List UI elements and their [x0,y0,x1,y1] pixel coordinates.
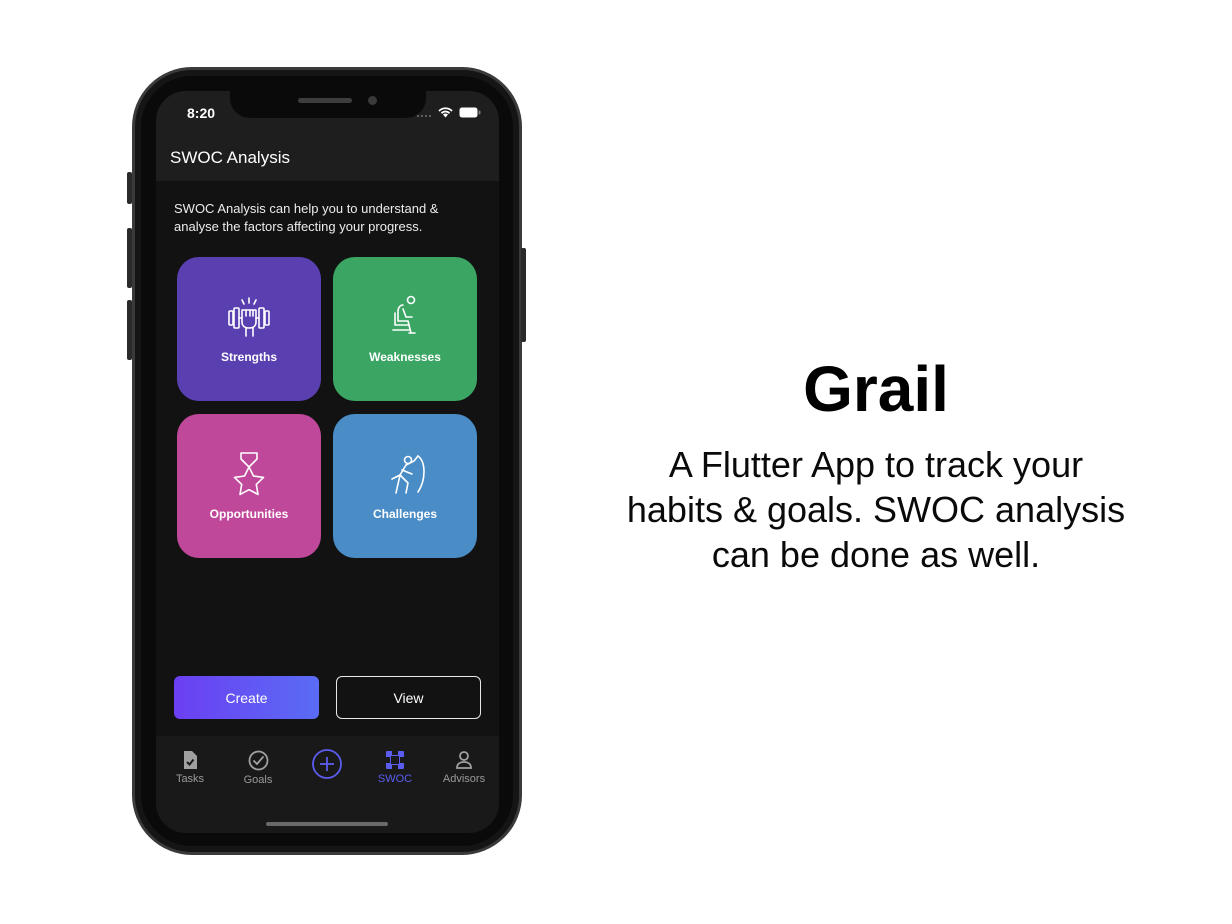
tile-label: Opportunities [209,507,289,521]
tagline-line: habits & goals. SWOC analysis [626,489,1126,530]
page-title: SWOC Analysis [170,148,290,167]
swoc-grid-icon [386,751,404,769]
phone-volume-up [127,228,132,288]
battery-icon [459,107,481,118]
tagline-line: can be done as well. [711,534,1041,575]
nav-label: Tasks [175,773,205,785]
phone-notch [230,91,426,118]
create-button[interactable]: Create [174,676,319,719]
tile-label: Weaknesses [369,350,441,364]
star-medal-icon [229,451,269,497]
tile-opportunities[interactable]: Opportunities [177,414,321,558]
person-icon [456,751,472,769]
app-tagline: A Flutter App to track your habits & goa… [606,442,1146,577]
task-file-icon [184,751,197,769]
phone-power-button [521,248,526,342]
nav-label: SWOC [377,773,413,785]
nav-item-tasks[interactable]: Tasks [160,750,220,785]
wifi-icon [438,107,453,118]
tile-label: Strengths [220,350,277,364]
tile-strengths[interactable]: Strengths [177,257,321,401]
app-bar: SWOC Analysis [156,135,499,181]
tile-label: Challenges [372,507,438,521]
nav-label: Goals [243,774,273,786]
dumbbell-fist-icon [226,294,272,340]
app-name-headline: Grail [803,353,949,425]
phone-camera [368,96,377,105]
bottom-nav: Tasks Goals SWOC Advisors [156,736,499,833]
tile-challenges[interactable]: Challenges [333,414,477,558]
status-time: 8:20 [187,105,216,121]
tile-weaknesses[interactable]: Weaknesses [333,257,477,401]
pushing-person-icon [382,451,428,497]
tagline-line: A Flutter App to track your [668,444,1084,485]
phone-volume-down [127,300,132,360]
phone-mute-switch [127,172,132,204]
sitting-person-icon [385,294,425,340]
phone-speaker [298,98,352,103]
nav-label: Advisors [442,773,486,785]
nav-item-add[interactable] [297,748,357,780]
status-icons [416,107,481,118]
swoc-description: SWOC Analysis can help you to understand… [174,201,439,234]
check-circle-icon [248,750,268,771]
nav-item-swoc[interactable]: SWOC [365,750,425,785]
add-circle-icon [312,749,342,779]
home-indicator [266,822,388,826]
nav-item-advisors[interactable]: Advisors [434,750,494,785]
view-button[interactable]: View [336,676,481,719]
phone-screen: 8:20 SWOC Analysis SWOC Analysis can hel… [156,91,499,833]
nav-item-goals[interactable]: Goals [228,750,288,786]
